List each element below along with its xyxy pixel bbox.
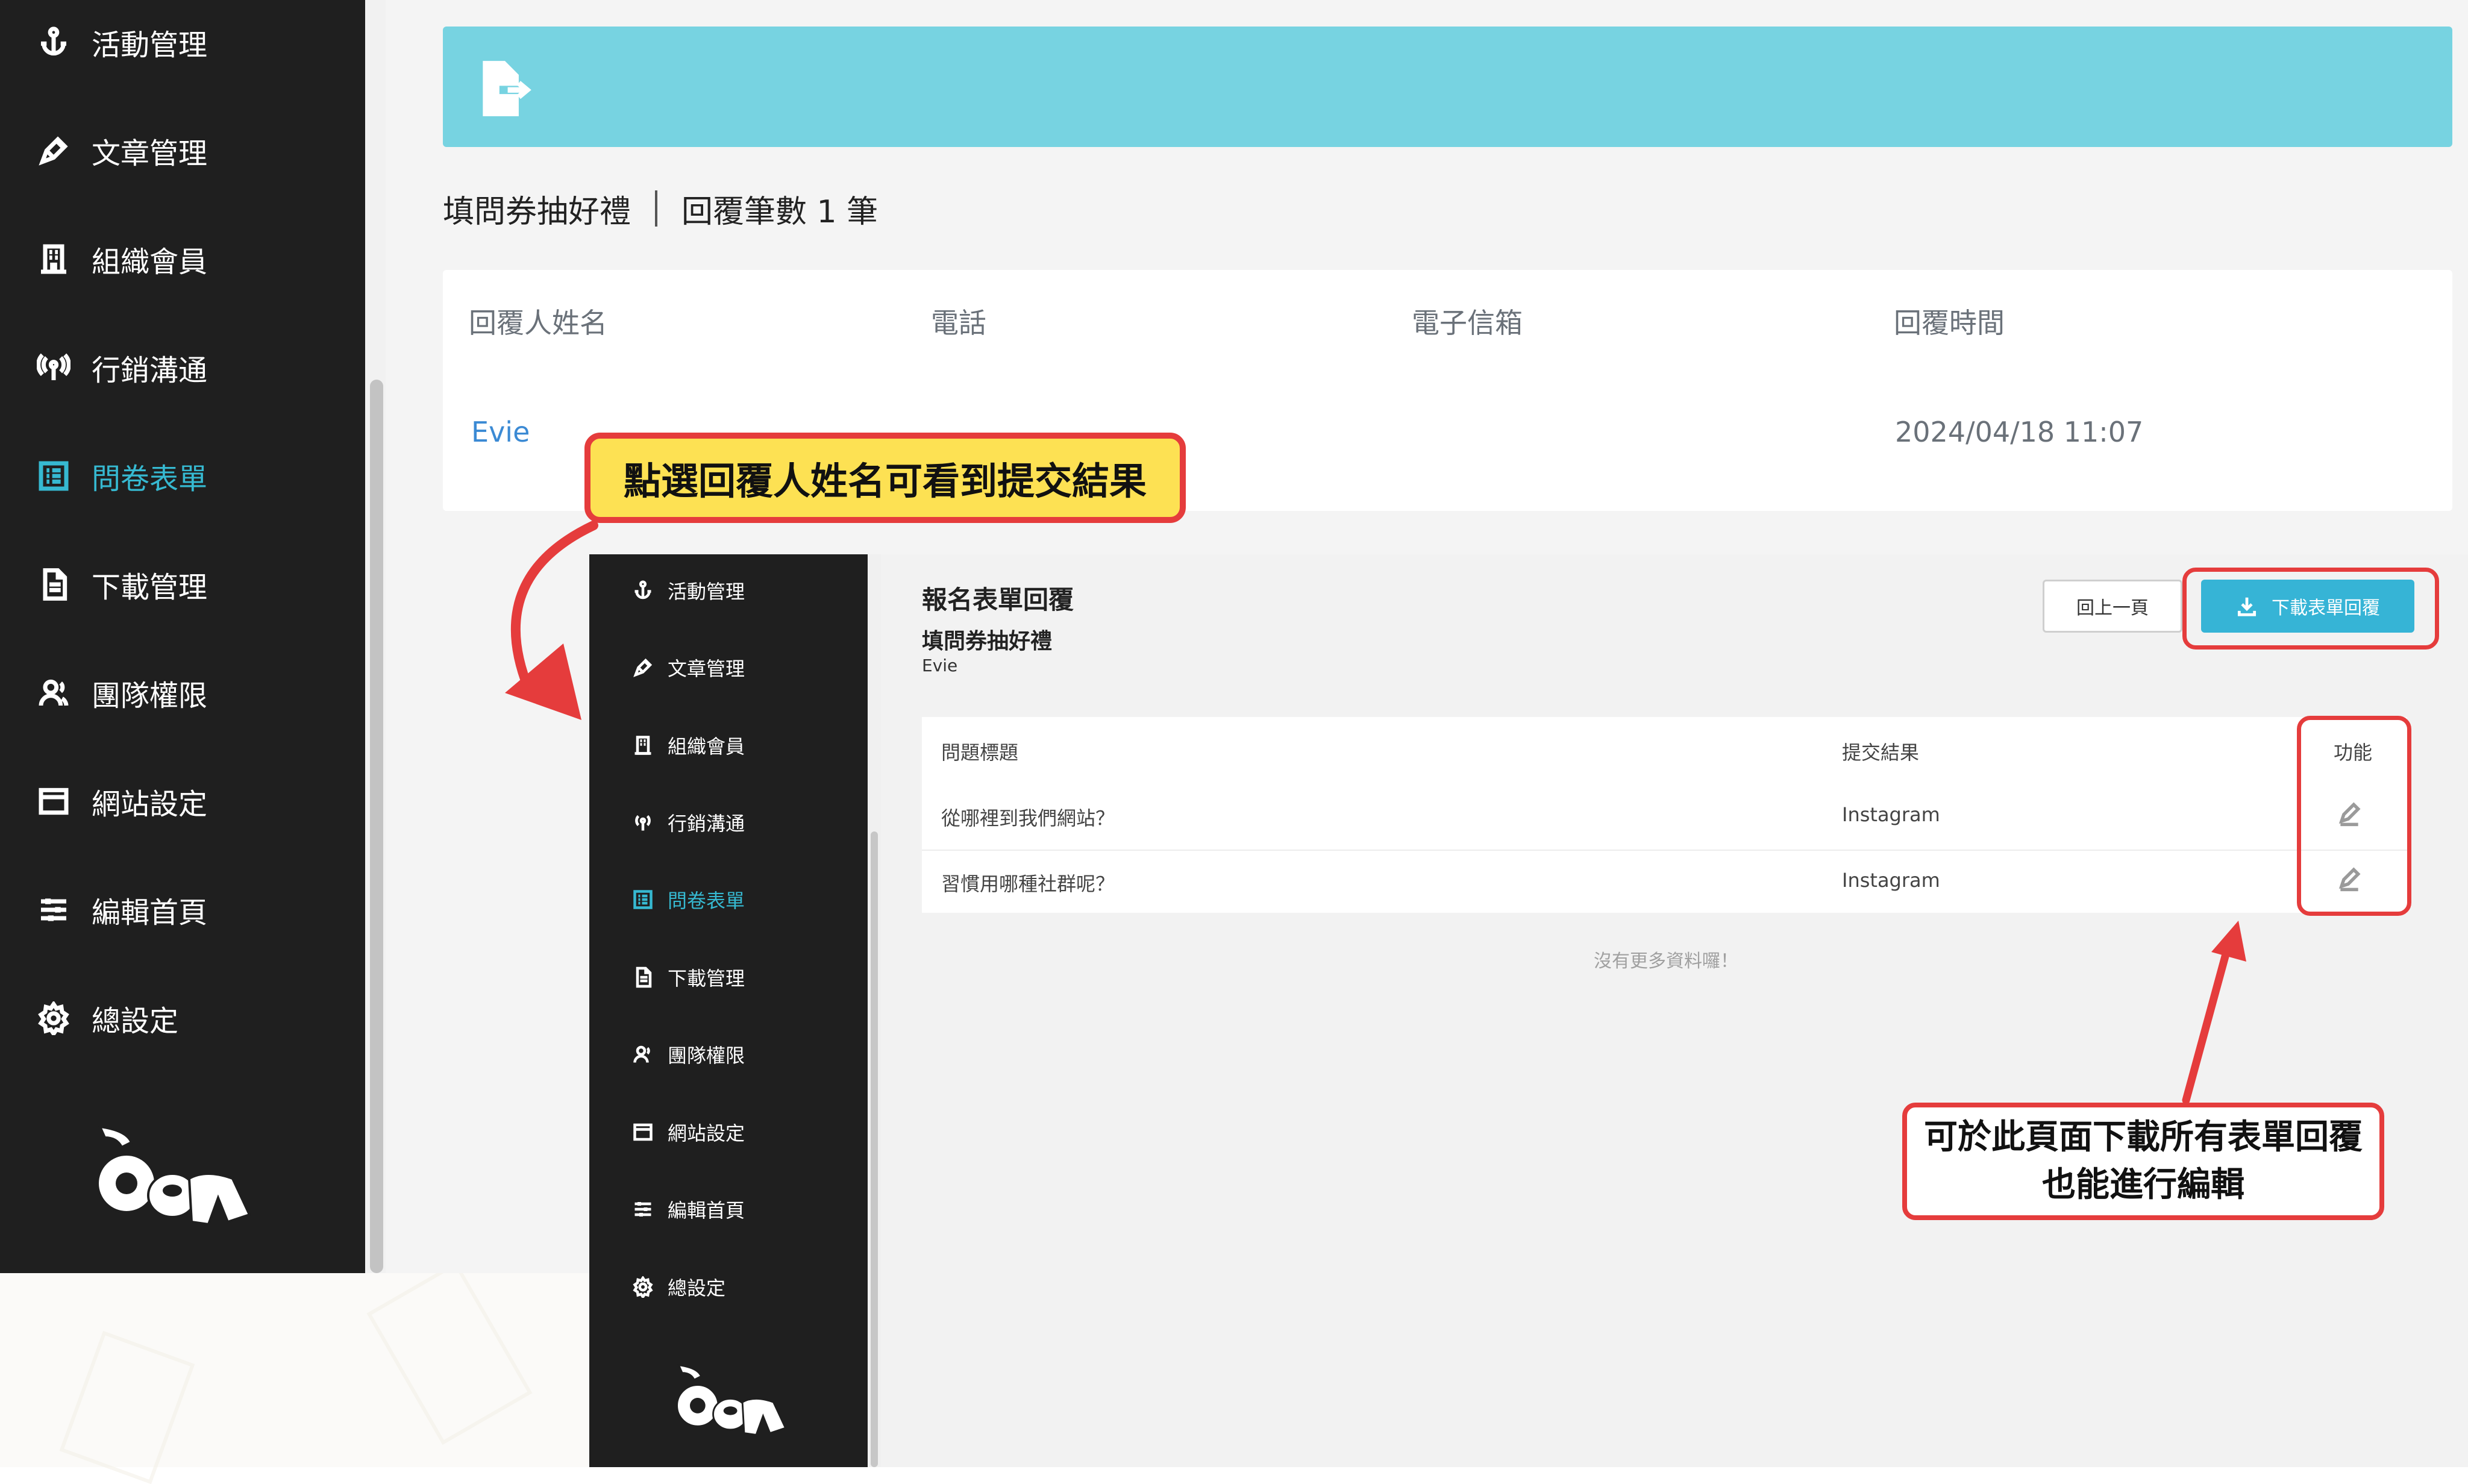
no-more-data: 沒有更多資料囉！: [1594, 951, 1738, 972]
detail-sidebar-item-activity[interactable]: 活動管理: [631, 572, 745, 609]
detail-sidebar-item-forms[interactable]: 問卷表單: [631, 881, 745, 918]
title-divider: [655, 190, 658, 227]
answers-table: [922, 717, 2407, 913]
page-banner: [443, 27, 2452, 147]
column-header-name: 回覆人姓名: [469, 307, 607, 339]
detail-sidebar-item-team[interactable]: 團隊權限: [631, 1036, 745, 1072]
sidebar-item-homepage[interactable]: 編輯首頁: [36, 874, 207, 946]
list-icon: [631, 888, 654, 911]
callout-line: 可於此頁面下載所有表單回覆: [1924, 1118, 2363, 1157]
column-header-email: 電子信箱: [1412, 307, 1523, 339]
detail-sidebar-item-homepage[interactable]: 編輯首頁: [631, 1191, 745, 1227]
file-icon: [36, 567, 71, 602]
detail-sidebar-label: 文章管理: [668, 657, 745, 680]
detail-sidebar-label: 總設定: [668, 1277, 726, 1300]
detail-sidebar-label: 組織會員: [668, 735, 745, 758]
pen-icon: [36, 133, 71, 168]
answer-text: Instagram: [1842, 803, 1940, 826]
callout-download-edit: 可於此頁面下載所有表單回覆 也能進行編輯: [1902, 1103, 2384, 1220]
sidebar-item-label: 網站設定: [92, 787, 208, 821]
window-icon: [631, 1121, 654, 1144]
column-header-answer: 提交結果: [1842, 741, 1920, 764]
detail-sidebar-item-articles[interactable]: 文章管理: [631, 650, 745, 686]
anchor-icon: [631, 579, 654, 602]
detail-sidebar-item-members[interactable]: 組織會員: [631, 727, 745, 763]
detail-sidebar: [589, 554, 868, 1467]
survey-name: 填問券抽好禮: [443, 193, 631, 230]
sidebar-item-label: 組織會員: [92, 245, 208, 279]
column-header-phone: 電話: [931, 307, 986, 339]
detail-sidebar-item-marketing[interactable]: 行銷溝通: [631, 804, 745, 841]
sidebar-item-downloads[interactable]: 下載管理: [36, 548, 207, 621]
actions-highlight-box: [2297, 716, 2411, 916]
sidebar-item-marketing[interactable]: 行銷溝通: [36, 331, 207, 404]
sidebar-item-activity[interactable]: 活動管理: [36, 6, 207, 78]
detail-respondent: Evie: [922, 656, 958, 675]
detail-sidebar-label: 團隊權限: [668, 1044, 745, 1067]
export-file-icon: [483, 61, 531, 116]
ben-logo: [96, 1125, 251, 1226]
answer-text: Instagram: [1842, 869, 1940, 892]
callout-line: 也能進行編輯: [2042, 1165, 2244, 1204]
broadcast-icon: [631, 811, 654, 834]
sidebar-item-forms[interactable]: 問卷表單: [36, 440, 207, 512]
window-icon: [36, 784, 71, 819]
building-icon: [36, 242, 71, 277]
back-button[interactable]: 回上一頁: [2043, 580, 2182, 633]
pen-icon: [631, 656, 654, 679]
detail-survey-name: 填問券抽好禮: [922, 629, 1053, 654]
reply-time: 2024/04/18 11:07: [1895, 416, 2144, 448]
sidebar-item-label: 總設定: [92, 1004, 179, 1038]
detail-sidebar-item-downloads[interactable]: 下載管理: [631, 959, 745, 995]
gear-icon: [631, 1276, 654, 1298]
sidebar-item-articles[interactable]: 文章管理: [36, 114, 207, 187]
detail-sidebar-item-settings[interactable]: 總設定: [631, 1269, 725, 1305]
column-header-time: 回覆時間: [1894, 307, 2005, 339]
column-header-question: 問題標題: [941, 741, 1019, 764]
sidebar-item-label: 編輯首頁: [92, 896, 208, 930]
detail-sidebar-label: 編輯首頁: [668, 1199, 745, 1222]
sidebar-scroll-thumb[interactable]: [370, 380, 383, 1273]
broadcast-icon: [36, 350, 71, 385]
row-divider: [922, 850, 2407, 851]
detail-scroll-thumb[interactable]: [871, 831, 878, 1467]
sidebar-item-label: 活動管理: [92, 28, 208, 62]
sidebar-item-website[interactable]: 網站設定: [36, 765, 207, 837]
users-icon: [631, 1043, 654, 1066]
detail-sidebar-label: 活動管理: [668, 580, 745, 603]
sliders-icon: [631, 1198, 654, 1221]
sidebar-item-settings[interactable]: 總設定: [36, 982, 178, 1054]
gear-icon: [36, 1001, 71, 1036]
question-text: 從哪裡到我們網站？: [941, 807, 1115, 830]
sidebar-item-label: 問卷表單: [92, 462, 208, 496]
sliders-icon: [36, 892, 71, 927]
detail-sidebar-label: 下載管理: [668, 967, 745, 990]
page-title: 填問券抽好禮 回覆筆數 1 筆: [443, 184, 878, 233]
users-icon: [36, 675, 71, 710]
sidebar-item-members[interactable]: 組織會員: [36, 223, 207, 295]
ben-logo: [676, 1363, 787, 1436]
sidebar-item-label: 行銷溝通: [92, 354, 208, 387]
file-icon: [631, 966, 654, 989]
callout-click-name: 點選回覆人姓名可看到提交結果: [584, 433, 1186, 523]
question-text: 習慣用哪種社群呢？: [941, 872, 1115, 895]
sidebar-item-team[interactable]: 團隊權限: [36, 657, 207, 729]
sidebar-item-label: 團隊權限: [92, 679, 208, 713]
detail-sidebar-label: 問卷表單: [668, 889, 745, 912]
detail-title: 報名表單回覆: [922, 585, 1074, 615]
detail-sidebar-label: 網站設定: [668, 1122, 745, 1145]
reply-count: 回覆筆數 1 筆: [681, 193, 879, 230]
building-icon: [631, 734, 654, 757]
respondent-name-link[interactable]: Evie: [471, 416, 530, 448]
sidebar-item-label: 下載管理: [92, 571, 208, 604]
detail-sidebar-label: 行銷溝通: [668, 812, 745, 835]
sidebar-item-label: 文章管理: [92, 137, 208, 171]
anchor-icon: [36, 25, 71, 60]
list-icon: [36, 459, 71, 493]
download-highlight-box: [2182, 568, 2439, 650]
detail-sidebar-item-website[interactable]: 網站設定: [631, 1114, 745, 1150]
